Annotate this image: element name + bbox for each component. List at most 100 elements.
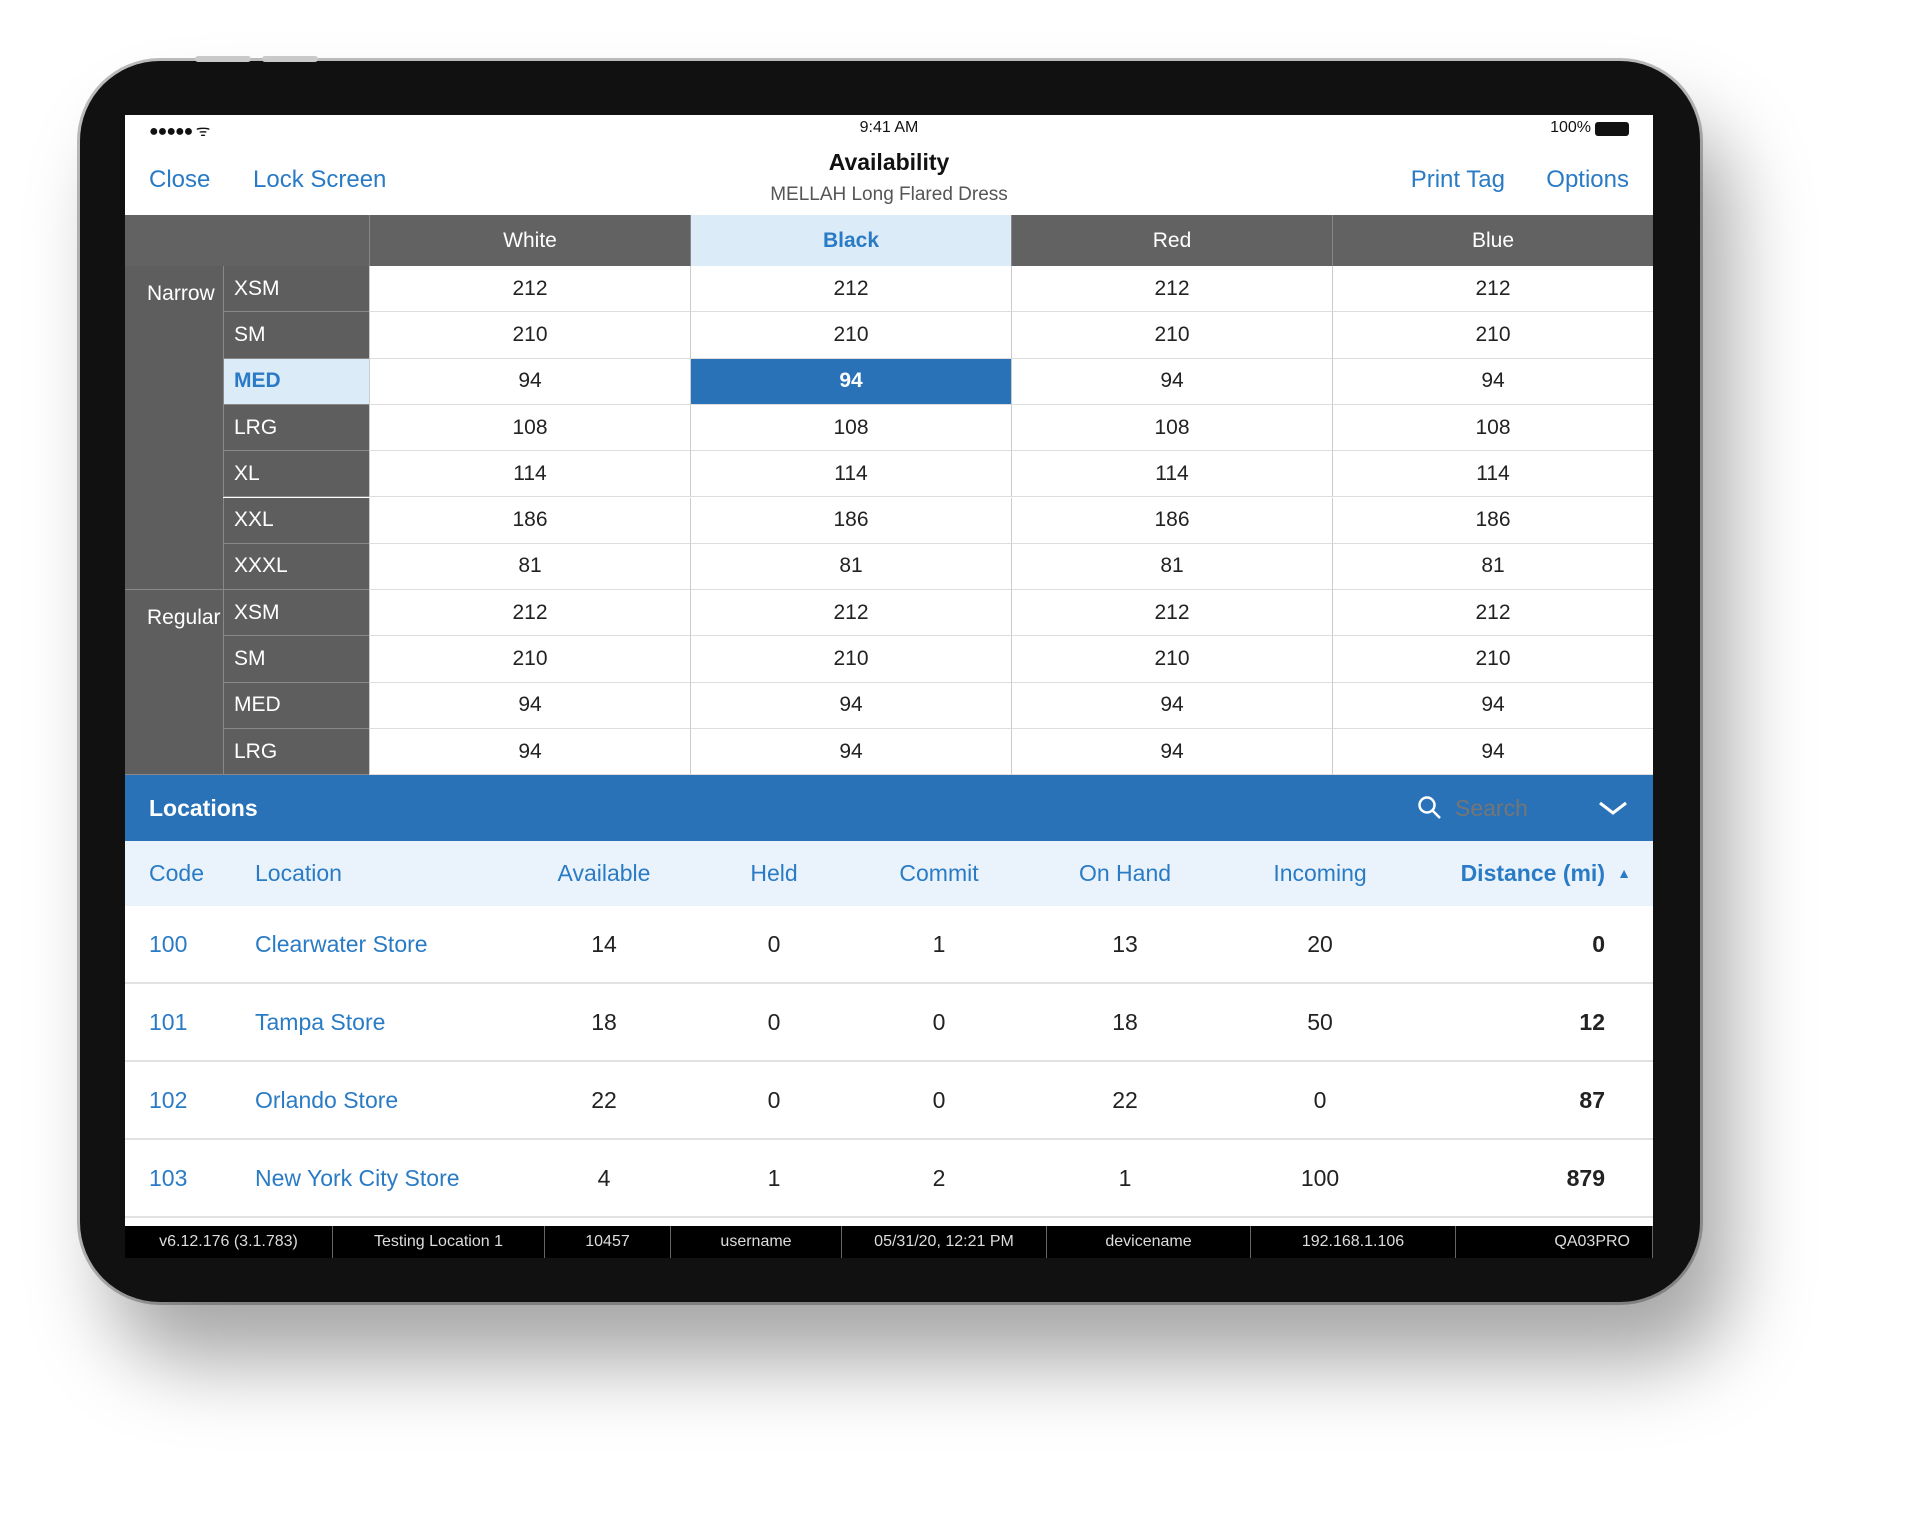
location-value: 12 xyxy=(1579,1009,1605,1035)
grid-cell[interactable]: 81 xyxy=(690,543,1011,591)
grid-cell[interactable]: 210 xyxy=(1011,312,1332,359)
search-input[interactable] xyxy=(1455,791,1575,825)
location-value: 100 xyxy=(1300,1165,1340,1191)
grid-cell[interactable]: 186 xyxy=(1332,497,1653,544)
grid-cell[interactable]: 114 xyxy=(369,451,690,498)
options-button[interactable]: Options xyxy=(1546,166,1629,194)
grid-cell[interactable]: 94 xyxy=(1011,682,1332,729)
grid-cell[interactable]: 212 xyxy=(369,590,690,637)
grid-cell[interactable]: 210 xyxy=(369,312,690,359)
grid-cell[interactable]: 212 xyxy=(369,266,690,313)
location-value: 0 xyxy=(1313,1087,1327,1113)
location-name-link[interactable]: New York City Store xyxy=(255,1140,460,1218)
grid-cell[interactable]: 81 xyxy=(1332,543,1653,591)
location-row[interactable]: 102 Orlando Store 22 0 0 22 0 87 xyxy=(125,1062,1653,1140)
grid-cell[interactable]: 210 xyxy=(369,636,690,683)
location-code[interactable]: 101 xyxy=(149,984,187,1062)
grid-cell[interactable]: 94 xyxy=(1332,729,1653,776)
sort-ascending-icon[interactable]: ▲ xyxy=(1617,841,1631,906)
column-header-incoming[interactable]: Incoming xyxy=(1273,841,1366,906)
size-label[interactable]: XSM xyxy=(223,590,369,637)
column-header-code[interactable]: Code xyxy=(149,841,204,906)
status-bar: ●●●●● ᯤ 9:41 AM 100% xyxy=(125,115,1653,145)
search-icon[interactable] xyxy=(1417,795,1443,821)
grid-cell[interactable]: 108 xyxy=(369,404,690,452)
column-header-distance-mi-[interactable]: Distance (mi) xyxy=(1461,841,1605,906)
grid-cell[interactable]: 94 xyxy=(690,729,1011,776)
grid-cell[interactable]: 212 xyxy=(1332,266,1653,313)
size-label[interactable]: MED xyxy=(223,682,369,729)
location-value: 879 xyxy=(1566,1165,1605,1191)
location-code[interactable]: 103 xyxy=(149,1140,187,1218)
grid-cell[interactable]: 94 xyxy=(1332,358,1653,405)
grid-cell[interactable]: 108 xyxy=(690,404,1011,452)
grid-cell[interactable]: 210 xyxy=(1332,636,1653,683)
location-row[interactable]: 101 Tampa Store 18 0 0 18 50 12 xyxy=(125,984,1653,1062)
grid-cell[interactable]: 94 xyxy=(369,729,690,776)
location-value: 20 xyxy=(1307,931,1333,957)
location-value: 1 xyxy=(932,931,946,957)
grid-cell[interactable]: 212 xyxy=(690,590,1011,637)
location-value: 2 xyxy=(932,1165,946,1191)
grid-cell[interactable]: 94 xyxy=(690,358,1011,405)
grid-cell[interactable]: 108 xyxy=(1332,404,1653,452)
column-header-available[interactable]: Available xyxy=(558,841,651,906)
location-value: 1 xyxy=(767,1165,781,1191)
column-header-held[interactable]: Held xyxy=(750,841,797,906)
location-name-link[interactable]: Orlando Store xyxy=(255,1062,398,1140)
size-label[interactable]: LRG xyxy=(223,729,369,776)
grid-cell[interactable]: 186 xyxy=(1011,497,1332,544)
grid-cell[interactable]: 114 xyxy=(1011,451,1332,498)
grid-cell[interactable]: 114 xyxy=(1332,451,1653,498)
grid-cell[interactable]: 94 xyxy=(1011,729,1332,776)
chevron-down-icon[interactable] xyxy=(1597,799,1629,817)
clock: 9:41 AM xyxy=(859,119,919,136)
size-label[interactable]: SM xyxy=(223,636,369,683)
grid-cell[interactable]: 186 xyxy=(690,497,1011,544)
grid-cell[interactable]: 94 xyxy=(1011,358,1332,405)
color-header-blue[interactable]: Blue xyxy=(1332,215,1653,266)
grid-cell[interactable]: 94 xyxy=(690,682,1011,729)
grid-cell[interactable]: 108 xyxy=(1011,404,1332,452)
size-label[interactable]: XXXL xyxy=(223,543,369,591)
color-header-black[interactable]: Black xyxy=(690,215,1011,266)
grid-cell[interactable]: 81 xyxy=(1011,543,1332,591)
grid-corner xyxy=(125,215,369,266)
grid-cell[interactable]: 210 xyxy=(1011,636,1332,683)
location-row[interactable]: 100 Clearwater Store 14 0 1 13 20 0 xyxy=(125,906,1653,984)
grid-cell[interactable]: 212 xyxy=(1011,590,1332,637)
grid-cell[interactable]: 210 xyxy=(690,636,1011,683)
grid-cell[interactable]: 186 xyxy=(369,497,690,544)
size-label[interactable]: XXL xyxy=(223,497,369,544)
locations-title: Locations xyxy=(149,795,258,821)
size-label[interactable]: LRG xyxy=(223,404,369,452)
size-label[interactable]: MED xyxy=(223,358,369,405)
location-name-link[interactable]: Clearwater Store xyxy=(255,906,428,984)
grid-cell[interactable]: 212 xyxy=(690,266,1011,313)
grid-cell[interactable]: 81 xyxy=(369,543,690,591)
location-row[interactable]: 103 New York City Store 4 1 2 1 100 879 xyxy=(125,1140,1653,1218)
grid-cell[interactable]: 94 xyxy=(1332,682,1653,729)
grid-cell[interactable]: 210 xyxy=(690,312,1011,359)
column-header-on-hand[interactable]: On Hand xyxy=(1079,841,1171,906)
column-header-location[interactable]: Location xyxy=(255,841,342,906)
location-name-link[interactable]: Tampa Store xyxy=(255,984,385,1062)
color-header-white[interactable]: White xyxy=(369,215,690,266)
location-code[interactable]: 100 xyxy=(149,906,187,984)
size-label[interactable]: SM xyxy=(223,312,369,359)
location-value: 0 xyxy=(932,1009,946,1035)
grid-cell[interactable]: 94 xyxy=(369,682,690,729)
footer-field: 10457 xyxy=(545,1226,671,1258)
grid-cell[interactable]: 210 xyxy=(1332,312,1653,359)
footer-field: devicename xyxy=(1047,1226,1251,1258)
grid-cell[interactable]: 212 xyxy=(1011,266,1332,313)
location-code[interactable]: 102 xyxy=(149,1062,187,1140)
print-tag-button[interactable]: Print Tag xyxy=(1411,166,1505,194)
column-header-commit[interactable]: Commit xyxy=(899,841,978,906)
grid-cell[interactable]: 94 xyxy=(369,358,690,405)
size-label[interactable]: XL xyxy=(223,451,369,498)
size-label[interactable]: XSM xyxy=(223,266,369,313)
grid-cell[interactable]: 212 xyxy=(1332,590,1653,637)
grid-cell[interactable]: 114 xyxy=(690,451,1011,498)
color-header-red[interactable]: Red xyxy=(1011,215,1332,266)
